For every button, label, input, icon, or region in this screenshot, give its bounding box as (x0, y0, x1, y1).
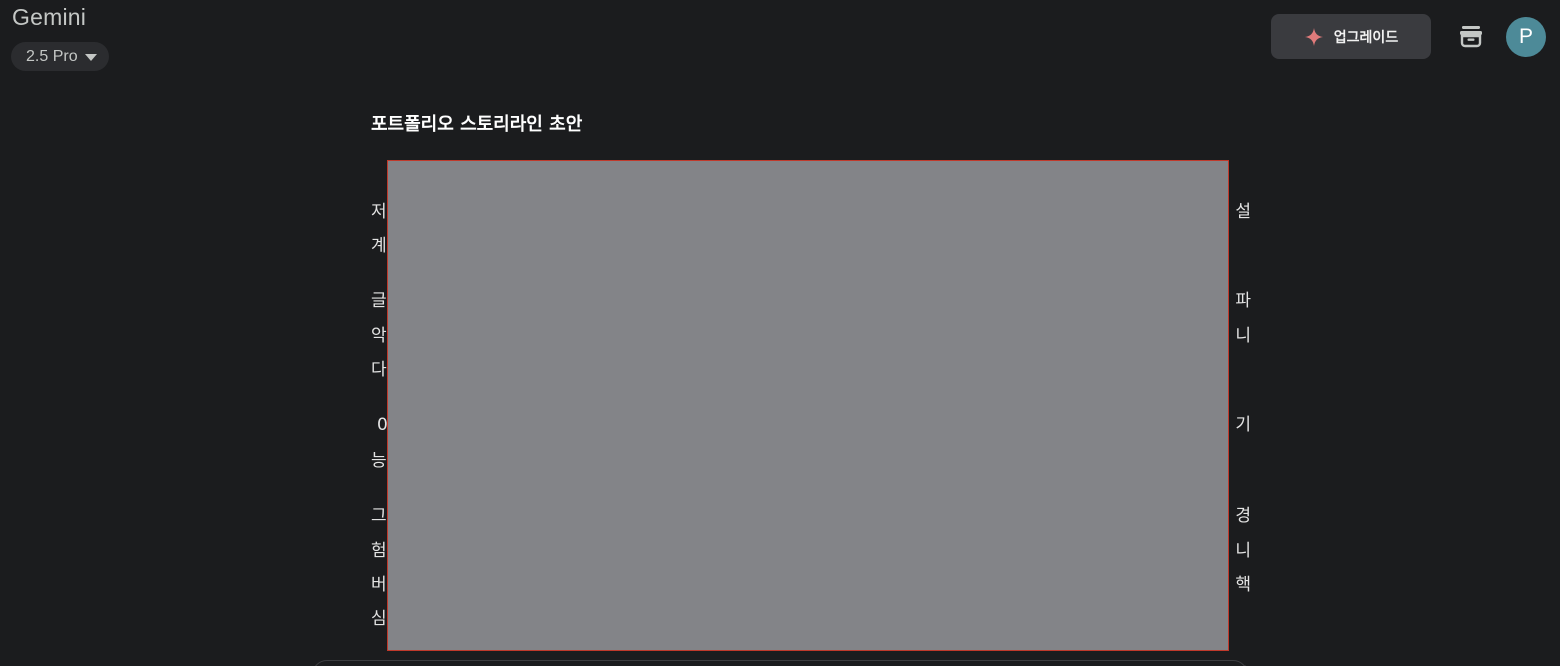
text-fragment: 그 (371, 506, 387, 526)
text-fragment: 글 (371, 291, 387, 311)
model-label: 2.5 Pro (26, 47, 78, 65)
text-fragment: 설 (1235, 202, 1251, 222)
text-fragment: 핵 (1235, 575, 1251, 595)
text-fragment: 악 (371, 326, 387, 346)
text-fragment: 능 (371, 451, 387, 471)
archive-icon (1460, 26, 1482, 48)
text-fragment: 심 (371, 609, 387, 629)
text-fragment: 파 (1235, 291, 1251, 311)
text-fragment: 계 (371, 236, 387, 256)
prompt-input-box[interactable] (312, 660, 1248, 666)
model-selector[interactable]: 2.5 Pro (11, 42, 109, 71)
upgrade-button[interactable]: 업그레이드 (1271, 14, 1431, 59)
brand-logo: Gemini (12, 4, 87, 30)
text-fragment: 니 (1235, 541, 1251, 561)
redaction-block (387, 160, 1229, 651)
text-fragment: 경 (1235, 506, 1251, 526)
archive-button[interactable] (1455, 20, 1487, 52)
gemini-page: Gemini 2.5 Pro 업그레이드 P 포트폴리오 스토리라인 초안 저 … (0, 0, 1560, 666)
text-fragment: 니 (1235, 326, 1251, 346)
text-fragment: 기 (1235, 415, 1251, 435)
caret-down-icon (84, 54, 97, 61)
text-fragment: 험 (371, 541, 387, 561)
avatar[interactable]: P (1506, 17, 1546, 57)
text-fragment: 다 (371, 360, 387, 380)
sparkle-icon (1304, 27, 1323, 46)
text-fragment: 저 (371, 202, 387, 222)
text-fragment: 버 (371, 575, 387, 595)
upgrade-label: 업그레이드 (1333, 29, 1399, 46)
document-title: 포트폴리오 스토리라인 초안 (371, 114, 583, 135)
